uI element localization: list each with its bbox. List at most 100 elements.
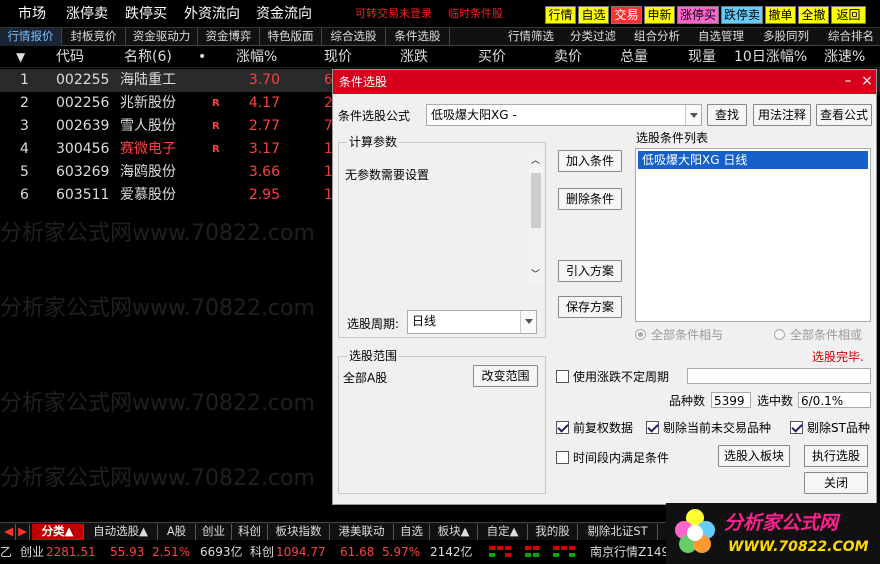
adjusted-data-checkbox[interactable] — [556, 421, 569, 434]
params-scrollbar[interactable]: ︿ ﹀ — [529, 153, 543, 283]
radio-all-or[interactable] — [774, 329, 785, 340]
warning-temp-condition[interactable]: 临时条件股 — [448, 6, 503, 22]
bottom-tab-custom[interactable]: 自定▲ — [478, 524, 528, 540]
delete-condition-button[interactable]: 删除条件 — [558, 188, 622, 210]
top-button-watchlist[interactable]: 自选 — [578, 6, 609, 24]
usage-notes-button[interactable]: 用法注释 — [753, 104, 811, 126]
exclude-st-checkbox[interactable] — [790, 421, 803, 434]
column-volume[interactable]: 总量 — [620, 48, 648, 66]
close-icon[interactable]: × — [860, 72, 874, 90]
find-button[interactable]: 查找 — [707, 104, 747, 126]
bottom-tab-my-stocks[interactable]: 我的股 — [528, 524, 578, 540]
save-scheme-button[interactable]: 保存方案 — [558, 296, 622, 318]
menu-limit-up-sell[interactable]: 涨停卖 — [66, 4, 108, 24]
import-scheme-button[interactable]: 引入方案 — [558, 260, 622, 282]
count-value: 5399 — [711, 392, 751, 408]
bottom-tab-hk-us[interactable]: 港美联动 — [330, 524, 394, 540]
execute-select-button[interactable]: 执行选股 — [804, 445, 868, 467]
uncertain-period-checkbox[interactable] — [556, 370, 569, 383]
warning-convertible-login[interactable]: 可转交易未登录 — [355, 6, 432, 22]
chevron-down-icon[interactable] — [685, 105, 701, 125]
chinext-label: 创业 — [20, 545, 45, 559]
tab-feature-layout[interactable]: 特色版面 — [260, 28, 322, 46]
tab-capital-drive[interactable]: 资金驱动力 — [126, 28, 198, 46]
menu-capital-flow[interactable]: 资金流向 — [256, 4, 312, 24]
watermark-text: 分析家公式网www.70822.com — [0, 221, 315, 246]
top-button-limit-down-sell[interactable]: 跌停卖 — [721, 6, 763, 24]
bottom-tab-watchlist[interactable]: 自选 — [394, 524, 430, 540]
watermark-text: 分析家公式网www.70822.com — [0, 391, 315, 416]
tab-condition-select[interactable]: 条件选股 — [386, 28, 450, 46]
view-formula-button[interactable]: 查看公式 — [816, 104, 872, 126]
column-ask[interactable]: 卖价 — [554, 48, 582, 66]
tab-quote-filter[interactable]: 行情筛选 — [500, 28, 562, 46]
menu-foreign-flow[interactable]: 外资流向 — [184, 4, 240, 24]
scroll-down-icon[interactable]: ﹀ — [531, 267, 540, 283]
tab-limit-auction[interactable]: 封板竞价 — [62, 28, 126, 46]
column-current-volume[interactable]: 现量 — [688, 48, 716, 66]
close-button[interactable]: 关闭 — [804, 472, 868, 494]
to-block-button[interactable]: 选股入板块 — [718, 445, 790, 467]
chinext-pct: 2.51% — [152, 545, 191, 559]
tab-category-filter[interactable]: 分类过滤 — [562, 28, 624, 46]
radio-all-and[interactable] — [635, 329, 646, 340]
tab-watchlist-manage[interactable]: 自选管理 — [690, 28, 752, 46]
column-speed[interactable]: 涨速% — [824, 48, 865, 66]
uncertain-period-input[interactable] — [687, 368, 871, 384]
condition-list-item[interactable]: 低吸爆大阳XG 日线 — [638, 151, 868, 169]
formula-select[interactable]: 低吸爆大阳XG - — [426, 104, 702, 126]
top-button-quote[interactable]: 行情 — [545, 6, 576, 24]
tab-portfolio-analysis[interactable]: 组合分析 — [626, 28, 688, 46]
tab-composite-select[interactable]: 综合选股 — [322, 28, 386, 46]
bottom-tab-chinext[interactable]: 创业 — [196, 524, 232, 540]
tab-multi-stock[interactable]: 多股同列 — [755, 28, 817, 46]
sort-marker-icon[interactable]: ▼ — [16, 48, 25, 66]
column-flag[interactable]: • — [198, 48, 206, 66]
top-button-back[interactable]: 返回 — [831, 6, 866, 24]
top-button-trade[interactable]: 交易 — [611, 6, 642, 24]
logo-title: 分析家公式网 — [724, 512, 839, 534]
minimize-icon[interactable]: – — [841, 72, 855, 90]
scrollbar-thumb[interactable] — [531, 173, 541, 228]
top-button-cancel-all[interactable]: 全撤 — [798, 6, 829, 24]
dialog-titlebar[interactable]: 条件选股 – × — [333, 70, 876, 94]
column-name[interactable]: 名称(6) — [124, 48, 172, 66]
menu-market[interactable]: 市场 — [18, 4, 46, 24]
bottom-tab-star[interactable]: 科创 — [232, 524, 268, 540]
bottom-tab-sector[interactable]: 板块▲ — [430, 524, 478, 540]
tab-quotes[interactable]: 行情报价 — [0, 28, 62, 46]
tab-composite-rank[interactable]: 综合排名 — [820, 28, 880, 46]
add-condition-button[interactable]: 加入条件 — [558, 150, 622, 172]
scroll-up-icon[interactable]: ︿ — [531, 153, 540, 169]
period-label: 选股周期: — [347, 317, 400, 331]
column-change-pct[interactable]: 涨幅% — [236, 48, 277, 66]
period-select[interactable]: 日线 — [407, 310, 537, 334]
chevron-down-icon[interactable] — [520, 311, 536, 333]
bottom-tab-exclude-bj-st[interactable]: 剔除北证ST — [578, 524, 658, 540]
menu-limit-down-buy[interactable]: 跌停买 — [125, 4, 167, 24]
bottom-tab-auto-select[interactable]: 自动选股▲ — [84, 524, 158, 540]
formula-select-value: 低吸爆大阳XG - — [431, 108, 517, 122]
star-value: 1094.77 — [276, 545, 326, 559]
bottom-tab-category[interactable]: 分类▲ — [32, 524, 84, 540]
bottom-tab-a-share[interactable]: A股 — [158, 524, 196, 540]
column-10day-pct[interactable]: 10日涨幅% — [734, 48, 807, 66]
range-group: 选股范围 全部A股 改变范围 — [338, 348, 546, 494]
bottom-tab-sector-index[interactable]: 板块指数 — [268, 524, 330, 540]
top-button-limit-up-buy[interactable]: 涨停买 — [677, 6, 719, 24]
exclude-untraded-checkbox[interactable] — [646, 421, 659, 434]
column-bid[interactable]: 买价 — [478, 48, 506, 66]
top-button-cancel-order[interactable]: 撤单 — [765, 6, 796, 24]
radio-all-and-label: 全部条件相与 — [651, 328, 724, 342]
column-change[interactable]: 涨跌 — [400, 48, 428, 66]
condition-list[interactable]: 低吸爆大阳XG 日线 — [635, 148, 871, 322]
tab-capital-game[interactable]: 资金博弈 — [198, 28, 260, 46]
column-price[interactable]: 现价 — [324, 48, 352, 66]
tab-scroll-right-icon[interactable]: ▶ — [16, 524, 30, 540]
tab-scroll-left-icon[interactable]: ◀ — [2, 524, 16, 540]
row-index: 4 — [20, 141, 29, 157]
column-code[interactable]: 代码 — [56, 48, 84, 66]
top-button-new-shares[interactable]: 申新 — [644, 6, 675, 24]
time-range-checkbox[interactable] — [556, 451, 569, 464]
change-range-button[interactable]: 改变范围 — [473, 365, 538, 387]
